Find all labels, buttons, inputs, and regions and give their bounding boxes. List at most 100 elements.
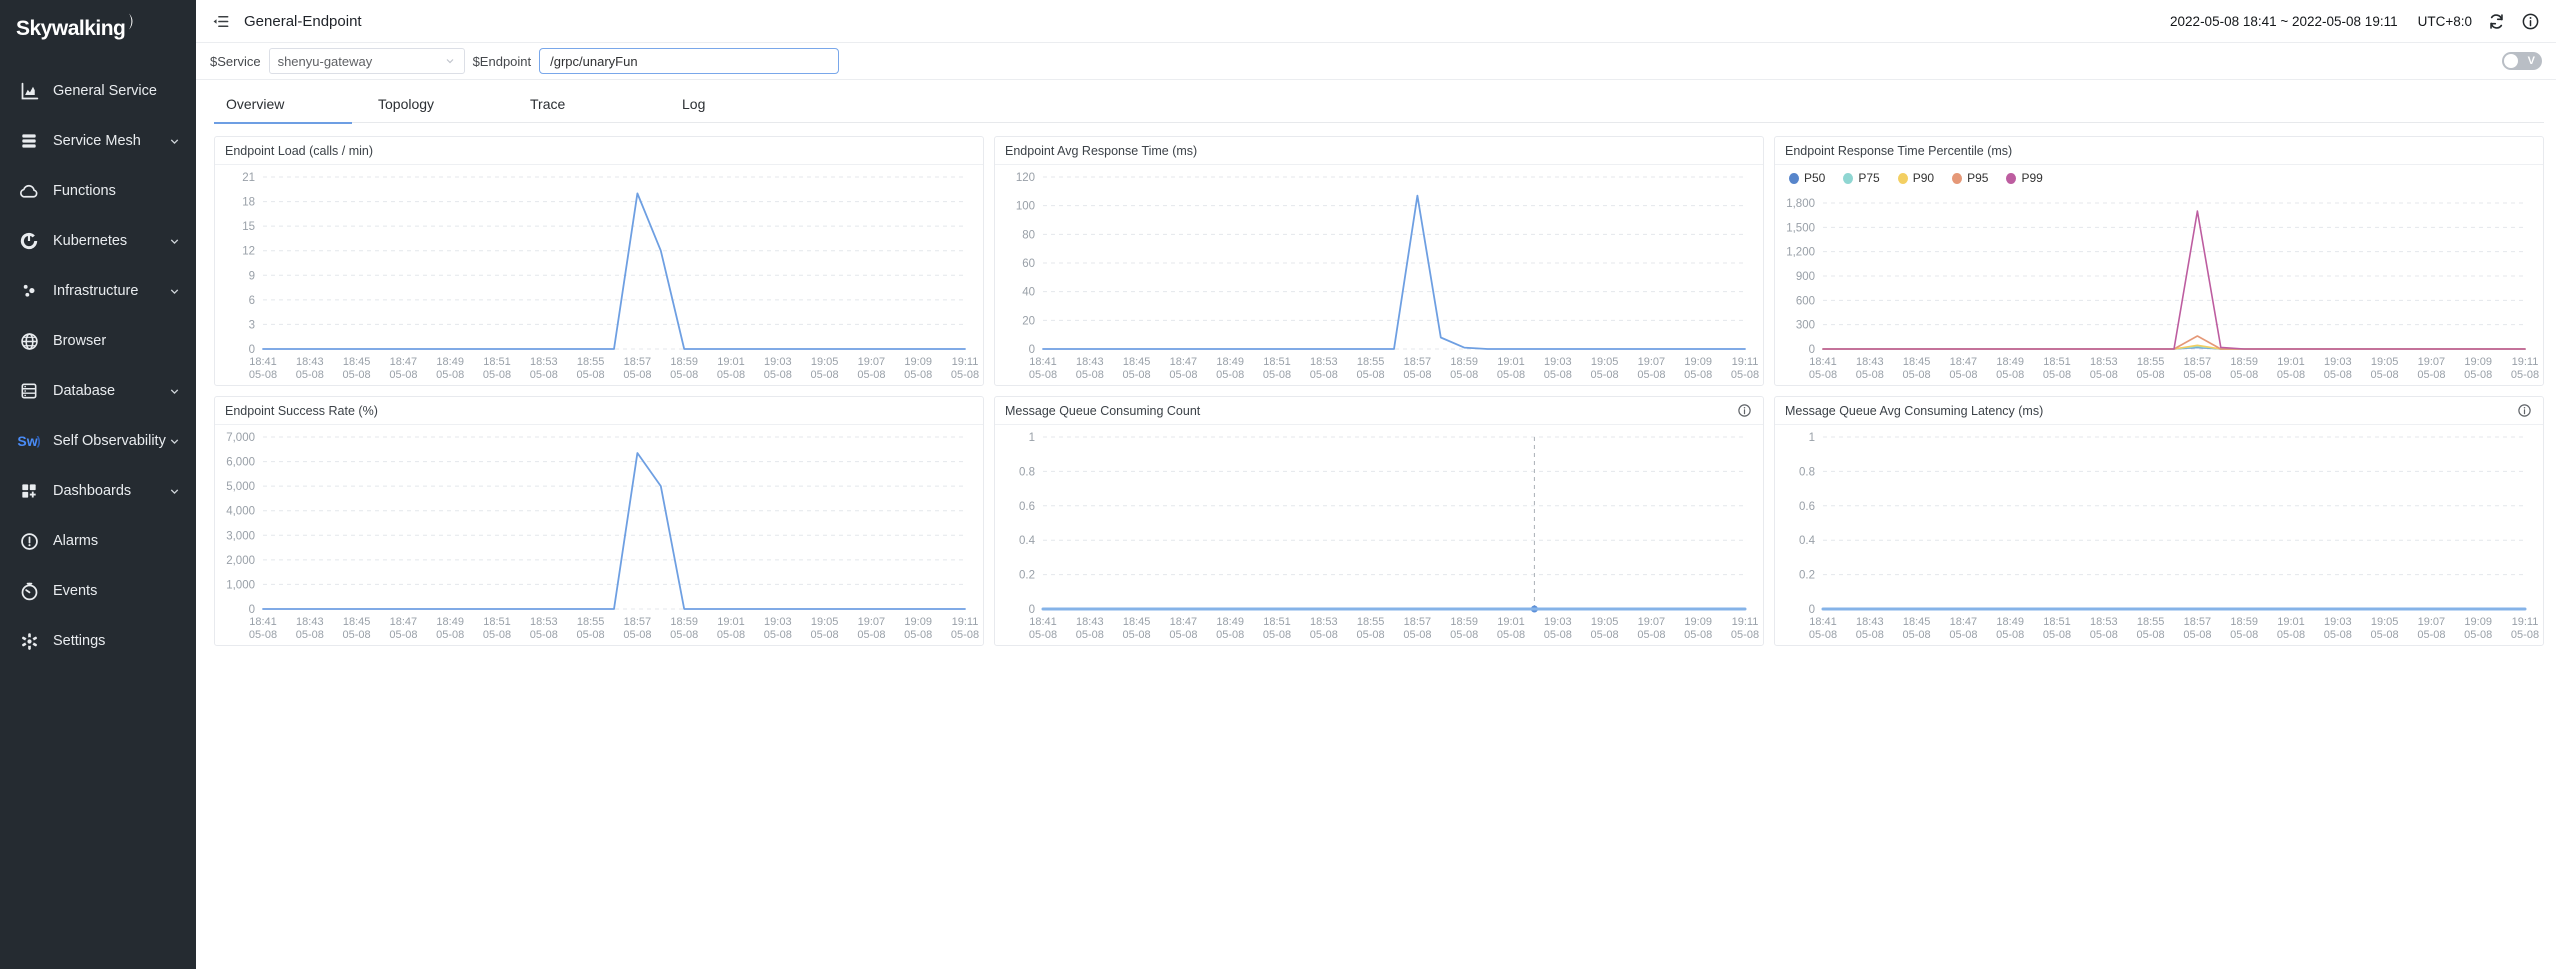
bar-chart-icon xyxy=(18,80,40,102)
sidebar-item-kubernetes[interactable]: Kubernetes xyxy=(0,216,196,266)
svg-text:18:59: 18:59 xyxy=(1450,616,1478,628)
svg-text:60: 60 xyxy=(1022,258,1035,270)
svg-text:1: 1 xyxy=(1809,432,1815,444)
version-toggle[interactable]: V xyxy=(2502,52,2542,70)
legend-dot xyxy=(1898,173,1908,184)
svg-text:19:09: 19:09 xyxy=(1684,616,1712,628)
app-logo[interactable]: Skywalking xyxy=(0,0,196,58)
chevron-down-icon xyxy=(168,484,182,498)
endpoint-input[interactable] xyxy=(539,48,839,74)
svg-text:19:03: 19:03 xyxy=(2324,616,2352,628)
svg-text:05-08: 05-08 xyxy=(296,629,324,641)
chart-panel-endpoint-avg-response-time-ms: Endpoint Avg Response Time (ms) 02040608… xyxy=(994,136,1764,386)
legend-item-p90[interactable]: P90 xyxy=(1898,171,1934,185)
svg-text:0.4: 0.4 xyxy=(1019,535,1036,547)
svg-text:19:09: 19:09 xyxy=(904,616,932,628)
svg-text:18:51: 18:51 xyxy=(2043,356,2071,368)
svg-text:0.6: 0.6 xyxy=(1799,501,1815,513)
info-icon[interactable] xyxy=(1737,403,1753,419)
svg-text:18:43: 18:43 xyxy=(1076,356,1104,368)
svg-text:18:55: 18:55 xyxy=(1357,616,1385,628)
line-chart[interactable]: 00.20.40.60.8118:4105-0818:4305-0818:450… xyxy=(1775,425,2543,645)
svg-text:21: 21 xyxy=(242,172,255,184)
content: Overview Topology Trace Log Endpoint Load (… xyxy=(196,80,2556,969)
svg-text:18:41: 18:41 xyxy=(1809,356,1837,368)
legend-item-p75[interactable]: P75 xyxy=(1843,171,1879,185)
svg-text:05-08: 05-08 xyxy=(2183,629,2211,641)
info-icon[interactable] xyxy=(2520,11,2540,31)
chart-panel-body: 00.20.40.60.8118:4105-0818:4305-0818:450… xyxy=(995,425,1763,645)
info-icon[interactable] xyxy=(2517,403,2533,419)
chart-title: Endpoint Response Time Percentile (ms) xyxy=(1785,144,2012,158)
line-chart[interactable]: 03691215182118:4105-0818:4305-0818:4505-… xyxy=(215,165,983,385)
sidebar-item-infrastructure[interactable]: Infrastructure xyxy=(0,266,196,316)
sidebar-item-browser[interactable]: Browser xyxy=(0,316,196,366)
service-select[interactable]: shenyu-gateway xyxy=(269,48,465,74)
svg-text:05-08: 05-08 xyxy=(1903,629,1931,641)
svg-text:05-08: 05-08 xyxy=(2277,369,2305,381)
legend-item-p95[interactable]: P95 xyxy=(1952,171,1988,185)
svg-text:05-08: 05-08 xyxy=(1497,369,1525,381)
svg-text:19:07: 19:07 xyxy=(858,356,886,368)
svg-text:18:53: 18:53 xyxy=(2090,356,2118,368)
svg-text:18:55: 18:55 xyxy=(2137,616,2165,628)
line-chart[interactable]: 03006009001,2001,5001,80018:4105-0818:43… xyxy=(1775,191,2543,385)
sidebar-item-events[interactable]: Events xyxy=(0,566,196,616)
chart-panel-endpoint-load-calls-min: Endpoint Load (calls / min) 036912151821… xyxy=(214,136,984,386)
tab-label: Trace xyxy=(530,96,565,112)
svg-text:05-08: 05-08 xyxy=(764,629,792,641)
tab-trace[interactable]: Trace xyxy=(518,92,670,123)
sidebar-item-service-mesh[interactable]: Service Mesh xyxy=(0,116,196,166)
legend-item-p50[interactable]: P50 xyxy=(1789,171,1825,185)
svg-text:05-08: 05-08 xyxy=(1263,369,1291,381)
sidebar-item-settings[interactable]: Settings xyxy=(0,616,196,666)
svg-text:18:49: 18:49 xyxy=(1996,356,2024,368)
svg-text:19:01: 19:01 xyxy=(717,356,745,368)
svg-text:19:09: 19:09 xyxy=(1684,356,1712,368)
chart-panel-message-queue-avg-consuming-latency-ms: Message Queue Avg Consuming Latency (ms)… xyxy=(1774,396,2544,646)
svg-text:05-08: 05-08 xyxy=(483,369,511,381)
line-chart[interactable]: 02040608010012018:4105-0818:4305-0818:45… xyxy=(995,165,1763,385)
svg-text:18:53: 18:53 xyxy=(530,356,558,368)
svg-text:1,800: 1,800 xyxy=(1786,198,1815,210)
svg-text:18:47: 18:47 xyxy=(390,356,418,368)
svg-text:05-08: 05-08 xyxy=(1996,629,2024,641)
svg-text:0.4: 0.4 xyxy=(1799,535,1816,547)
svg-text:05-08: 05-08 xyxy=(1357,629,1385,641)
legend-item-p99[interactable]: P99 xyxy=(2006,171,2042,185)
legend-dot xyxy=(1789,173,1799,184)
svg-text:18:55: 18:55 xyxy=(577,616,605,628)
sidebar-item-self-observability[interactable]: Sw) Self Observability xyxy=(0,416,196,466)
tab-topology[interactable]: Topology xyxy=(366,92,518,123)
sidebar-item-alarms[interactable]: Alarms xyxy=(0,516,196,566)
sidebar-item-dashboards[interactable]: Dashboards xyxy=(0,466,196,516)
svg-text:18:43: 18:43 xyxy=(1076,616,1104,628)
sidebar-item-general-service[interactable]: General Service xyxy=(0,66,196,116)
line-chart[interactable]: 00.20.40.60.8118:4105-0818:4305-0818:450… xyxy=(995,425,1763,645)
tab-log[interactable]: Log xyxy=(670,92,822,123)
refresh-icon[interactable] xyxy=(2486,11,2506,31)
svg-text:19:11: 19:11 xyxy=(952,616,979,628)
svg-text:19:09: 19:09 xyxy=(904,356,932,368)
tab-overview[interactable]: Overview xyxy=(214,92,366,123)
line-chart[interactable]: 01,0002,0003,0004,0005,0006,0007,00018:4… xyxy=(215,425,983,645)
sidebar-item-functions[interactable]: Functions xyxy=(0,166,196,216)
svg-text:05-08: 05-08 xyxy=(2043,369,2071,381)
tab-label: Overview xyxy=(226,96,284,112)
time-range-picker[interactable]: 2022-05-08 18:41 ~ 2022-05-08 19:11 xyxy=(2170,14,2398,29)
svg-text:0: 0 xyxy=(1809,604,1815,616)
svg-text:18:51: 18:51 xyxy=(1263,616,1291,628)
sidebar-item-database[interactable]: Database xyxy=(0,366,196,416)
svg-text:05-08: 05-08 xyxy=(1856,369,1884,381)
legend-label: P75 xyxy=(1858,171,1879,185)
svg-text:05-08: 05-08 xyxy=(1637,369,1665,381)
collapse-sidebar-icon[interactable] xyxy=(208,9,232,33)
svg-text:19:05: 19:05 xyxy=(1591,356,1619,368)
svg-text:0: 0 xyxy=(1029,344,1035,356)
svg-text:3,000: 3,000 xyxy=(226,530,255,542)
sidebar-item-label: Settings xyxy=(53,633,168,649)
svg-text:18:51: 18:51 xyxy=(2043,616,2071,628)
sidebar-nav: General Service Service Mesh Functions K… xyxy=(0,58,196,969)
svg-text:1: 1 xyxy=(1029,432,1035,444)
main-area: General-Endpoint 2022-05-08 18:41 ~ 2022… xyxy=(196,0,2556,969)
